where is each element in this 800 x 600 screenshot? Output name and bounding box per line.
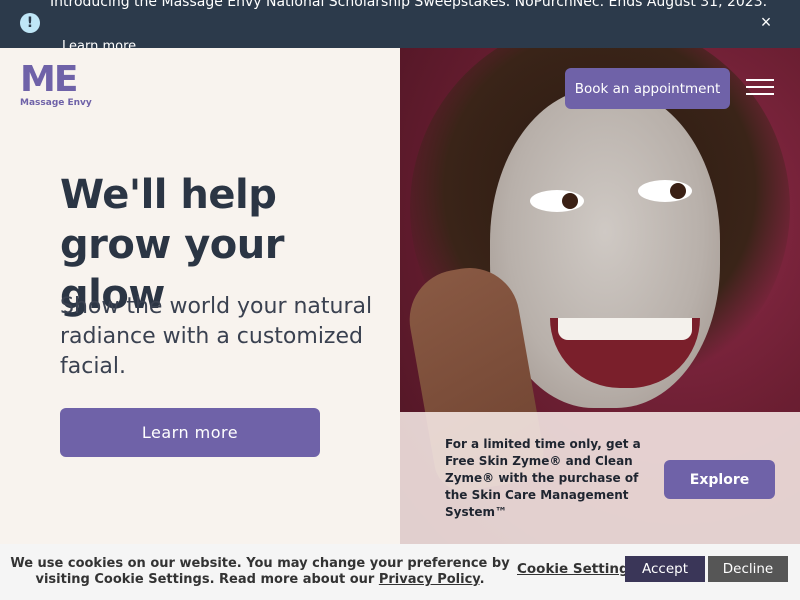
- hero-photo-eye-left: [530, 190, 584, 212]
- promo-text: For a limited time only, get a Free Skin…: [445, 437, 641, 519]
- cookie-banner: We use cookies on our website. You may c…: [0, 544, 800, 600]
- massage-envy-logo[interactable]: ME Massage Envy: [20, 59, 92, 112]
- learn-more-button[interactable]: Learn more: [60, 408, 320, 457]
- privacy-policy-link[interactable]: Privacy Policy: [379, 572, 480, 587]
- cookie-message: We use cookies on our website. You may c…: [10, 556, 510, 588]
- decline-cookies-button[interactable]: Decline: [708, 556, 788, 582]
- logo-wordmark: Massage Envy: [20, 98, 92, 108]
- logo-mark: ME: [20, 59, 78, 100]
- hero-image: For a limited time only, get a Free Skin…: [400, 48, 800, 544]
- hero-photo-eye-right: [638, 180, 692, 202]
- explore-button[interactable]: Explore: [664, 460, 775, 499]
- announcement-learn-more-link[interactable]: Learn more: [62, 39, 136, 48]
- cookie-settings-link[interactable]: Cookie Settings: [517, 561, 637, 577]
- announcement-text: Introducing the Massage Envy National Sc…: [50, 0, 768, 10]
- promo-panel: For a limited time only, get a Free Skin…: [400, 412, 800, 544]
- hero-left-panel: ME Massage Envy We'll help grow your glo…: [0, 48, 400, 544]
- close-icon[interactable]: ×: [757, 13, 775, 31]
- hero-subhead: Show the world your natural radiance wit…: [60, 294, 373, 379]
- book-appointment-button[interactable]: Book an appointment: [565, 68, 730, 109]
- cookie-message-end: .: [479, 572, 485, 587]
- accept-cookies-button[interactable]: Accept: [625, 556, 705, 582]
- announcement-bar: ! Introducing the Massage Envy National …: [0, 0, 800, 48]
- alert-icon: !: [20, 13, 40, 33]
- hamburger-menu-icon[interactable]: [746, 79, 774, 97]
